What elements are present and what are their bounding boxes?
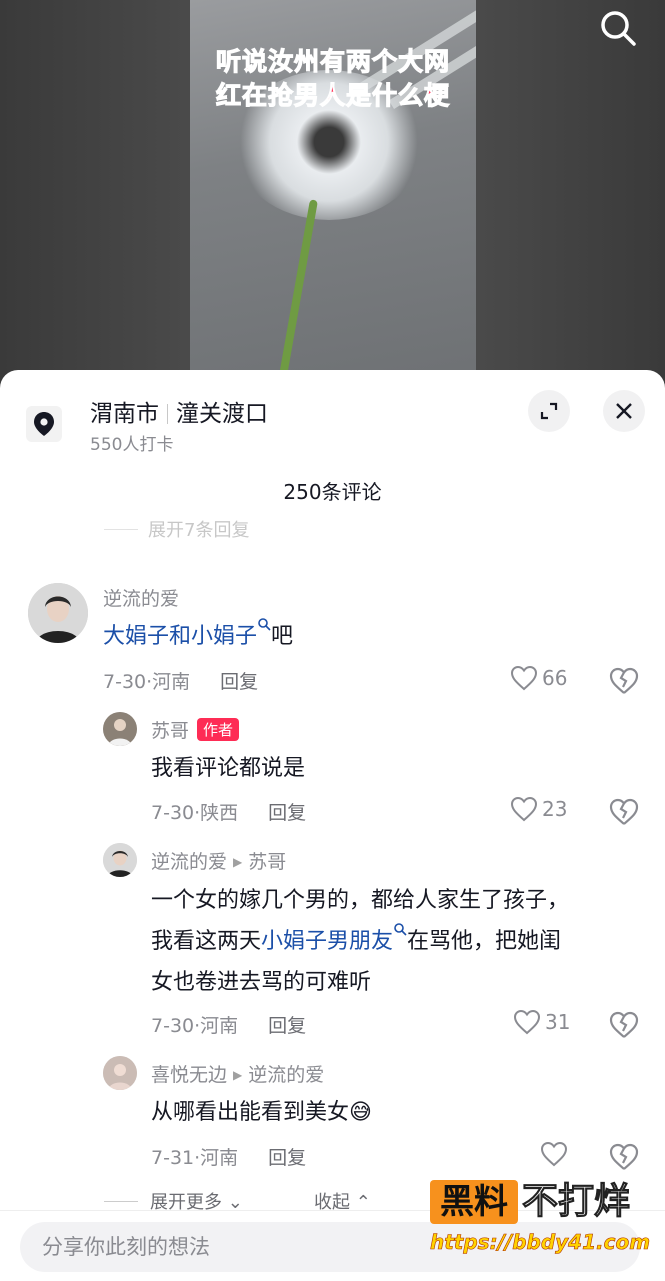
location-separator <box>167 404 168 424</box>
avatar[interactable] <box>103 843 137 877</box>
reply-text-part: 从哪看出能看到美女 <box>151 1100 350 1125</box>
reply-username: 苏哥 作者 <box>151 716 240 743</box>
search-icon <box>258 618 271 631</box>
avatar[interactable] <box>103 1056 137 1090</box>
reply-text-line3: 女也卷进去骂的可难听 <box>151 970 372 995</box>
comment-username[interactable]: 逆流的爱 <box>103 584 179 611</box>
reply-button[interactable]: 回复 <box>268 1147 306 1169</box>
watermark-text: 不打烊 <box>521 1181 631 1223</box>
comment-text-tail: 吧 <box>271 624 294 649</box>
reply-to-user[interactable]: 逆流的爱 <box>248 1064 324 1086</box>
reply-arrow-icon: ▶ <box>233 855 243 869</box>
avatar-image <box>103 843 137 877</box>
avatar-image <box>103 712 137 746</box>
like-count: 31 <box>545 1010 571 1034</box>
reply-text-part: 我看这两天 <box>151 929 262 954</box>
reply-text: 从哪看出能看到美女😅 <box>151 1092 372 1133</box>
divider-dash <box>104 529 138 530</box>
reply-meta: 7-31·河南 回复 <box>151 1143 306 1170</box>
search-icon[interactable] <box>598 8 638 48</box>
reply-meta: 7-30·陕西 回复 <box>151 798 306 825</box>
reply-to-user[interactable]: 苏哥 <box>248 851 286 873</box>
reply-meta: 7-30·河南 回复 <box>151 1011 306 1038</box>
reply-date: 7-31·河南 <box>151 1147 239 1169</box>
reply-button[interactable]: 回复 <box>268 802 306 824</box>
heart-icon <box>510 665 538 691</box>
heart-icon <box>513 1009 541 1035</box>
avatar-image <box>28 583 88 643</box>
reply-button[interactable]: 回复 <box>220 671 258 693</box>
divider-dash <box>104 1201 138 1202</box>
expand-replies-faded[interactable]: 展开7条回复 <box>104 516 249 542</box>
expand-icon <box>540 402 558 420</box>
location-pin-icon[interactable] <box>26 406 62 442</box>
reply-arrow-icon: ▶ <box>233 1068 243 1082</box>
location-place: 潼关渡口 <box>176 401 268 427</box>
avatar[interactable] <box>103 712 137 746</box>
search-link[interactable]: 大娟子和小娟子 <box>103 624 257 649</box>
like-button[interactable]: 31 <box>513 1009 570 1035</box>
reply-text-line1: 一个女的嫁几个男的，都给人家生了孩子， <box>151 888 570 913</box>
video-caption-line1: 听说汝州有两个大网 <box>215 46 450 76</box>
like-count: 23 <box>542 797 568 821</box>
like-button[interactable]: 66 <box>510 665 567 691</box>
video-frame: 听说汝州有两个大网 红在抢男人是什么梗 <box>190 0 476 380</box>
heart-icon <box>510 796 538 822</box>
reply-user[interactable]: 逆流的爱 <box>151 851 227 873</box>
reply-date: 7-30·河南 <box>151 1015 239 1037</box>
comments-count: 250条评论 <box>283 480 382 504</box>
search-icon <box>394 923 407 936</box>
avatar[interactable] <box>28 583 88 643</box>
expand-button[interactable] <box>528 390 570 432</box>
like-button[interactable]: 23 <box>510 796 567 822</box>
reply-button[interactable]: 回复 <box>268 1015 306 1037</box>
checkin-count: 550人打卡 <box>90 435 174 455</box>
watermark-url: https://bbdy41.com <box>430 1230 651 1255</box>
location-city: 渭南市 <box>90 401 159 427</box>
dandelion-stem <box>277 199 318 380</box>
search-link[interactable]: 小娟子男朋友 <box>261 929 393 954</box>
avatar-image <box>103 1056 137 1090</box>
watermark: 黑料 不打烊 https://bbdy41.com <box>430 1180 660 1265</box>
video-caption-line2: 红在抢男人是什么梗 <box>215 80 450 110</box>
comment-date: 7-30·河南 <box>103 671 191 693</box>
comment-panel: 渭南市 潼关渡口 550人打卡 250条评论 展开7条回复 逆流的爱 大娟子和小娟… <box>0 370 665 1280</box>
reply-user[interactable]: 喜悦无边 <box>151 1064 227 1086</box>
dislike-icon[interactable] <box>608 1141 640 1173</box>
dislike-icon[interactable] <box>608 796 640 828</box>
sweat-smile-emoji-icon: 😅 <box>349 1100 372 1125</box>
dislike-icon[interactable] <box>608 1009 640 1041</box>
reply-username: 喜悦无边 ▶ 逆流的爱 <box>151 1060 324 1087</box>
dislike-icon[interactable] <box>608 665 640 697</box>
reply-text: 我看评论都说是 <box>151 756 306 781</box>
close-icon <box>616 403 632 419</box>
author-badge: 作者 <box>197 718 240 741</box>
expand-replies-label: 展开7条回复 <box>148 520 250 541</box>
reply-username: 逆流的爱 ▶ 苏哥 <box>151 847 286 874</box>
video-player[interactable]: 听说汝州有两个大网 红在抢男人是什么梗 <box>0 0 665 390</box>
like-button[interactable] <box>540 1141 568 1167</box>
watermark-box: 黑料 <box>430 1180 518 1224</box>
reply-text-line2: 我看这两天小娟子男朋友 在骂他，把她闺 <box>151 921 561 962</box>
reply-user[interactable]: 苏哥 <box>151 720 189 742</box>
comment-text: 大娟子和小娟子吧 <box>103 616 293 657</box>
heart-icon <box>540 1141 568 1167</box>
comment-meta: 7-30·河南 回复 <box>103 667 258 694</box>
location-title[interactable]: 渭南市 潼关渡口 <box>90 394 268 428</box>
reply-date: 7-30·陕西 <box>151 802 239 824</box>
like-count: 66 <box>542 666 568 690</box>
close-button[interactable] <box>603 390 645 432</box>
reply-text-part: 在骂他，把她闺 <box>407 929 562 954</box>
